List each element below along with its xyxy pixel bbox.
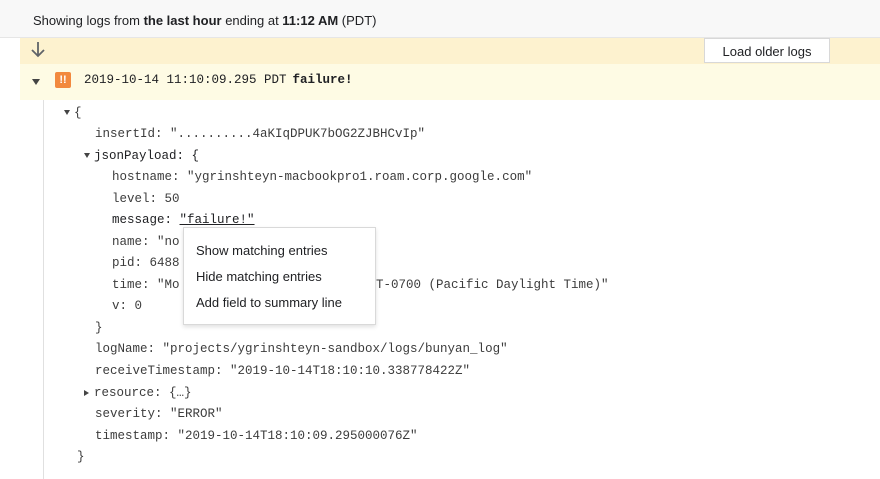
entry-timestamp: 2019-10-14 11:10:09.295 PDT (84, 73, 287, 87)
field-severity[interactable]: severity: "ERROR" (95, 405, 223, 423)
log-toolbar: Load older logs (20, 38, 880, 64)
field-receive-timestamp[interactable]: receiveTimestamp: "2019-10-14T18:10:10.3… (95, 362, 470, 380)
field-time[interactable]: time: "Mo (112, 276, 180, 294)
banner-suffix: (PDT) (338, 13, 377, 28)
expand-caret-icon[interactable] (84, 389, 89, 396)
field-name[interactable]: name: "no (112, 233, 180, 251)
field-time-tail[interactable]: T-0700 (Pacific Daylight Time)" (376, 276, 609, 294)
field-v[interactable]: v: 0 (112, 297, 142, 315)
field-timestamp[interactable]: timestamp: "2019-10-14T18:10:09.29500007… (95, 427, 418, 445)
field-json-payload[interactable]: jsonPayload: { (84, 147, 199, 165)
banner-middle: ending at (221, 13, 283, 28)
field-level[interactable]: level: 50 (112, 190, 180, 208)
field-hostname[interactable]: hostname: "ygrinshteyn-macbookpro1.roam.… (112, 168, 532, 186)
banner-range: the last hour (143, 13, 222, 28)
collapse-caret-icon[interactable] (32, 79, 40, 85)
root-open-line[interactable]: { (64, 104, 82, 122)
show-matching-entries-item[interactable]: Show matching entries (196, 241, 328, 261)
json-payload-close: } (95, 321, 103, 335)
tree-guide-line (43, 100, 44, 479)
field-log-name[interactable]: logName: "projects/ygrinshteyn-sandbox/l… (95, 340, 508, 358)
message-value[interactable]: "failure!" (180, 213, 255, 227)
hide-matching-entries-item[interactable]: Hide matching entries (196, 267, 322, 287)
field-insert-id[interactable]: insertId: "..........4aKIqDPUK7bOG2ZJBHC… (95, 125, 425, 143)
load-older-logs-button[interactable]: Load older logs (704, 38, 830, 63)
expand-caret-icon[interactable] (64, 110, 70, 116)
arrow-down-icon[interactable] (30, 40, 46, 60)
field-resource[interactable]: resource: {…} (84, 384, 192, 402)
add-field-to-summary-item[interactable]: Add field to summary line (196, 293, 342, 313)
log-range-banner: Showing logs from the last hour ending a… (0, 0, 880, 38)
banner-prefix: Showing logs from (33, 13, 144, 28)
error-severity-icon: !! (55, 72, 71, 88)
payload-tree: { insertId: "..........4aKIqDPUK7bOG2ZJB… (0, 0, 609, 464)
log-entry-row[interactable]: !! 2019-10-14 11:10:09.295 PDT failure! (20, 64, 880, 100)
field-pid[interactable]: pid: 6488 (112, 254, 180, 272)
expand-caret-icon[interactable] (84, 153, 90, 159)
field-context-menu: Show matching entries Hide matching entr… (183, 227, 376, 325)
banner-time: 11:12 AM (282, 13, 339, 28)
entry-summary: 2019-10-14 11:10:09.295 PDT failure! (84, 73, 353, 87)
root-close-line: } (77, 450, 85, 464)
entry-message: failure! (292, 73, 353, 87)
